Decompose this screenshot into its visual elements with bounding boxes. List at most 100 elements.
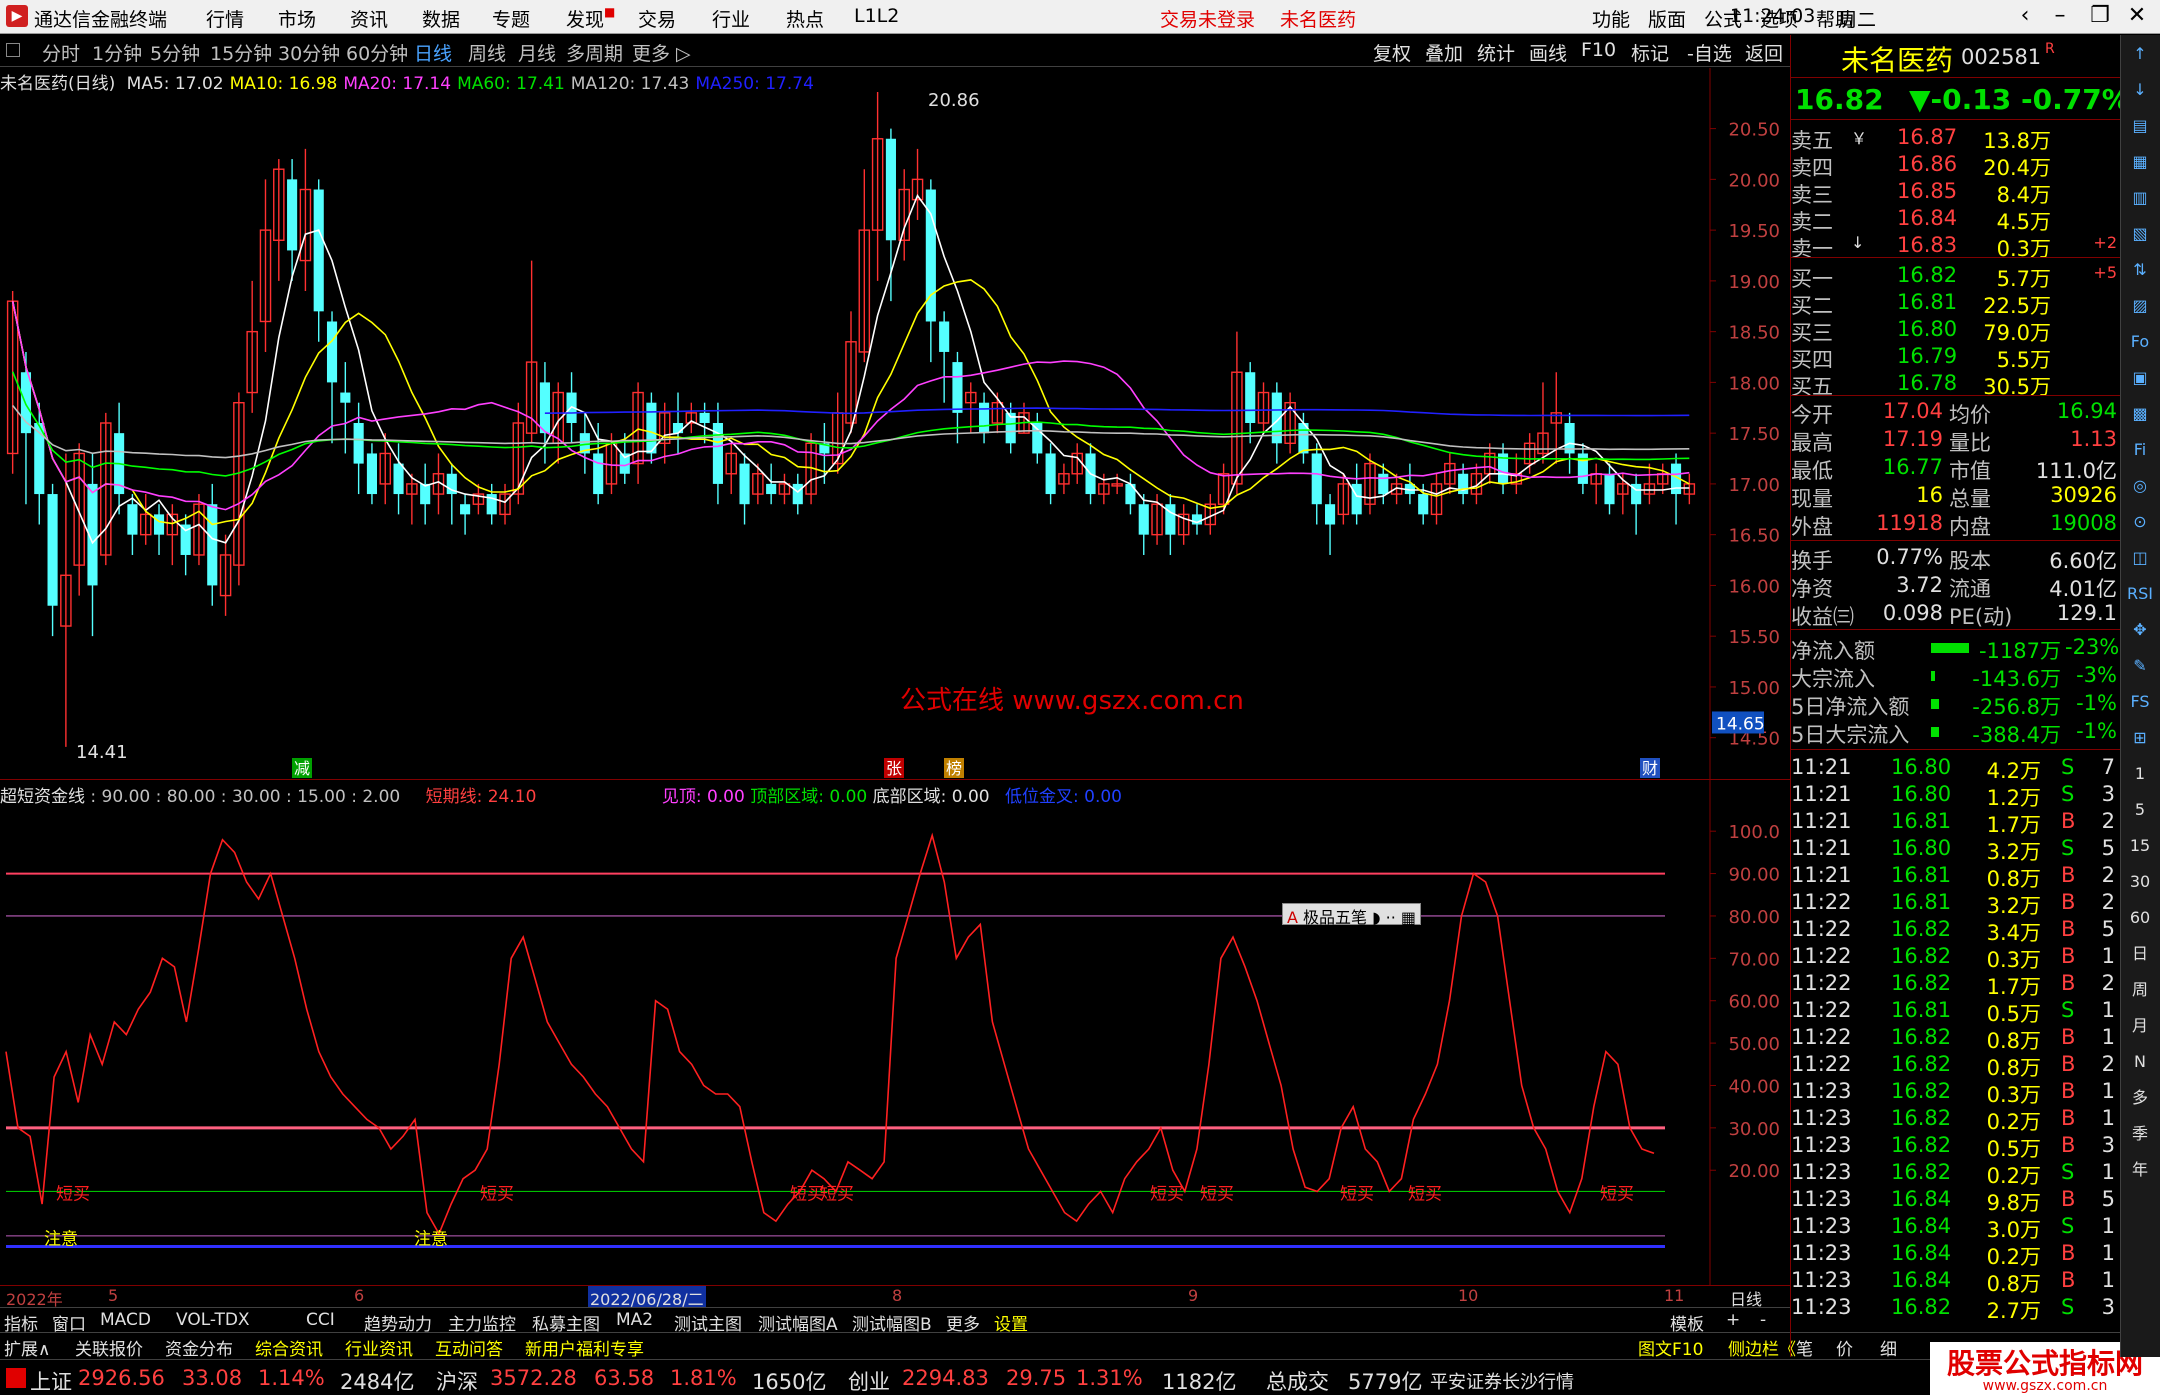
period-10[interactable]: 更多 ▷ [632,39,691,66]
tab-right-1[interactable]: + [1726,1310,1740,1330]
bid-row[interactable]: 买二 16.81 22.5万 [1791,290,2121,318]
bottom-tab-2[interactable]: 资金分布 [165,1335,233,1360]
side-tool-13[interactable]: ⊙ [2125,507,2155,537]
menu-2[interactable]: 资讯 [350,5,388,32]
side-tool-17[interactable]: ✎ [2125,651,2155,681]
side-tool-19[interactable]: ⊞ [2125,723,2155,753]
bottom-tab-right-1[interactable]: 侧边栏《 [1728,1335,1796,1360]
bottom-tab-3[interactable]: 综合资讯 [255,1335,323,1360]
side-tool-22[interactable]: 15 [2125,831,2155,861]
side-tool-8[interactable]: Fo [2125,327,2155,357]
side-tool-5[interactable]: ▧ [2125,219,2155,249]
side-tool-27[interactable]: 月 [2125,1011,2155,1041]
side-tool-26[interactable]: 周 [2125,975,2155,1005]
side-tool-30[interactable]: 季 [2125,1119,2155,1149]
period-4[interactable]: 30分钟 [278,39,340,66]
side-tool-20[interactable]: 1 [2125,759,2155,789]
period-5[interactable]: 60分钟 [346,39,408,66]
menu-9[interactable]: L1L2 [854,5,899,27]
side-tool-18[interactable]: FS [2125,687,2155,717]
side-tool-0[interactable]: ↑ [2125,39,2155,69]
ime-toolbar[interactable]: A 极品五笔 ◗ ·· ▦ [1282,903,1422,927]
close-icon[interactable]: ✕ [2122,3,2152,28]
bottom-tab-4[interactable]: 行业资讯 [345,1335,413,1360]
period-0[interactable]: 分时 [42,39,80,66]
side-tool-21[interactable]: 5 [2125,795,2155,825]
side-tool-23[interactable]: 30 [2125,867,2155,897]
tab-right-2[interactable]: - [1760,1310,1766,1330]
indicator-tab-2[interactable]: MACD [100,1310,151,1330]
side-tool-3[interactable]: ▦ [2125,147,2155,177]
side-tool-7[interactable]: ▨ [2125,291,2155,321]
event-flag[interactable]: 财 [1642,759,1658,778]
period-1[interactable]: 1分钟 [92,39,142,66]
indicator-tab-4[interactable]: CCI [306,1310,335,1330]
collapse-icon[interactable] [6,43,20,57]
indicator-name[interactable]: 超短资金线 [0,787,85,807]
period-9[interactable]: 多周期 [566,39,623,66]
cy-name[interactable]: 创业 [848,1366,890,1395]
menu-1[interactable]: 市场 [278,5,316,32]
side-tool-31[interactable]: 年 [2125,1155,2155,1185]
indicator-tab-8[interactable]: MA2 [616,1310,653,1330]
side-tool-29[interactable]: 多 [2125,1083,2155,1113]
bottom-tab-1[interactable]: 关联报价 [75,1335,143,1360]
side-tool-28[interactable]: N [2125,1047,2155,1077]
toolbar-btn-1[interactable]: 叠加 [1420,39,1468,66]
side-tool-6[interactable]: ⇅ [2125,255,2155,285]
side-tool-10[interactable]: ▩ [2125,399,2155,429]
right-menu-3[interactable]: 选项 [1760,5,1798,32]
menu-0[interactable]: 行情 [206,5,244,32]
menu-8[interactable]: 热点 [786,5,824,32]
bottom-tab-6[interactable]: 新用户福利专享 [525,1335,644,1360]
toolbar-btn-5[interactable]: 标记 [1626,39,1674,66]
menu-4[interactable]: 专题 [492,5,530,32]
right-menu-0[interactable]: 功能 [1592,5,1630,32]
indicator-tab-3[interactable]: VOL-TDX [176,1310,250,1330]
side-tool-15[interactable]: RSI [2125,579,2155,609]
right-menu-2[interactable]: 公式 [1704,5,1742,32]
side-tool-11[interactable]: Fi [2125,435,2155,465]
side-tool-1[interactable]: ↓ [2125,75,2155,105]
event-flag[interactable]: 减 [294,759,310,778]
toolbar-btn-4[interactable]: F10 [1576,39,1621,61]
toolbar-btn-7[interactable]: 返回 [1740,39,1788,66]
minimize-icon[interactable]: – [2045,3,2075,28]
login-status[interactable]: 交易未登录 [1160,5,1255,32]
ask-row[interactable]: 卖五 ￥ 16.87 13.8万 [1791,125,2121,153]
right-menu-1[interactable]: 版面 [1648,5,1686,32]
period-8[interactable]: 月线 [518,39,556,66]
ask-row[interactable]: 卖二 16.84 4.5万 [1791,206,2121,234]
side-tool-16[interactable]: ✥ [2125,615,2155,645]
side-tool-12[interactable]: ◎ [2125,471,2155,501]
bottom-tab-right-0[interactable]: 图文F10 [1638,1335,1703,1360]
restore-icon[interactable]: ❐ [2085,3,2115,28]
kline-chart[interactable]: 20.50 20.00 19.50 19.00 18.50 18.00 17.50 17.00… [0,68,1790,780]
side-tool-24[interactable]: 60 [2125,903,2155,933]
toolbar-btn-2[interactable]: 统计 [1472,39,1520,66]
right-menu-4[interactable]: 帮助 [1816,5,1854,32]
ask-row[interactable]: 卖四 16.86 20.4万 [1791,152,2121,180]
bid-row[interactable]: 买三 16.80 79.0万 [1791,317,2121,345]
toolbar-btn-0[interactable]: 复权 [1368,39,1416,66]
menu-5[interactable]: 发现■ [566,5,615,32]
sz-name[interactable]: 沪深 [436,1366,478,1395]
sh-name[interactable]: 上证 [30,1366,72,1395]
period-7[interactable]: 周线 [468,39,506,66]
bid-row[interactable]: 买五 16.78 30.5万 [1791,371,2121,399]
event-flag[interactable]: 张 [886,759,902,778]
bottom-tab-5[interactable]: 互动问答 [435,1335,503,1360]
side-tool-2[interactable]: ▤ [2125,111,2155,141]
side-tool-14[interactable]: ◫ [2125,543,2155,573]
menu-7[interactable]: 行业 [712,5,750,32]
bid-row[interactable]: 买四 16.79 5.5万 [1791,344,2121,372]
period-2[interactable]: 5分钟 [150,39,200,66]
side-tool-9[interactable]: ▣ [2125,363,2155,393]
toolbar-btn-3[interactable]: 画线 [1524,39,1572,66]
event-flag[interactable]: 榜 [946,759,962,778]
period-6[interactable]: 日线 [414,39,452,66]
ask-row[interactable]: 卖一 ↓ 16.83 0.3万 +2 [1791,233,2121,261]
bid-row[interactable]: 买一 16.82 5.7万 +5 [1791,263,2121,291]
side-tool-25[interactable]: 日 [2125,939,2155,969]
back-icon[interactable]: ‹ [2010,3,2040,28]
